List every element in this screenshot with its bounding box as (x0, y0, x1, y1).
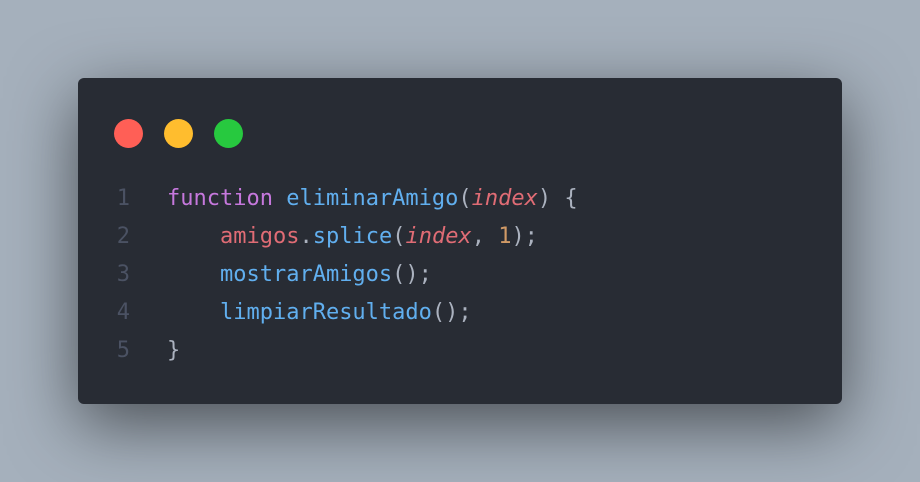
code-token: , (471, 224, 499, 249)
code-token: . (299, 224, 313, 249)
line-number: 2 (116, 224, 130, 249)
code-token: splice (312, 224, 393, 249)
code-token: 1 (498, 224, 512, 249)
line-source: } (130, 332, 180, 370)
code-token: index (471, 186, 538, 211)
code-line: 5 } (78, 332, 842, 370)
minimize-button[interactable] (164, 119, 193, 148)
maximize-button[interactable] (214, 119, 243, 148)
code-token: ( (458, 186, 472, 211)
code-line: 4 limpiarResultado(); (78, 294, 842, 332)
code-token: ( (392, 224, 406, 249)
line-source: mostrarAmigos(); (130, 256, 432, 294)
code-token: function (167, 186, 273, 211)
window-controls (114, 119, 243, 149)
code-token: index (405, 224, 472, 249)
line-number: 4 (116, 300, 130, 325)
line-source: amigos.splice(index, 1); (130, 218, 538, 256)
code-token: ) { (537, 186, 578, 211)
line-number: 1 (116, 186, 130, 211)
line-number: 3 (116, 262, 130, 287)
code-line: 3 mostrarAmigos(); (78, 256, 842, 294)
code-token: mostrarAmigos (219, 262, 393, 287)
line-source: function eliminarAmigo(index) { (130, 180, 578, 218)
code-line: 1 function eliminarAmigo(index) { (78, 180, 842, 218)
code-block: 1 function eliminarAmigo(index) { 2 amig… (78, 180, 842, 370)
code-token: } (167, 338, 181, 363)
line-source: limpiarResultado(); (130, 294, 472, 332)
line-number: 5 (116, 338, 130, 363)
code-token: (); (431, 300, 472, 325)
code-token: ); (511, 224, 538, 249)
close-button[interactable] (114, 119, 143, 148)
code-token: amigos (219, 224, 300, 249)
code-line: 2 amigos.splice(index, 1); (78, 218, 842, 256)
code-token: eliminarAmigo (286, 186, 459, 211)
code-token: limpiarResultado (219, 300, 432, 325)
code-token: (); (392, 262, 432, 287)
code-window: 1 function eliminarAmigo(index) { 2 amig… (78, 78, 842, 404)
